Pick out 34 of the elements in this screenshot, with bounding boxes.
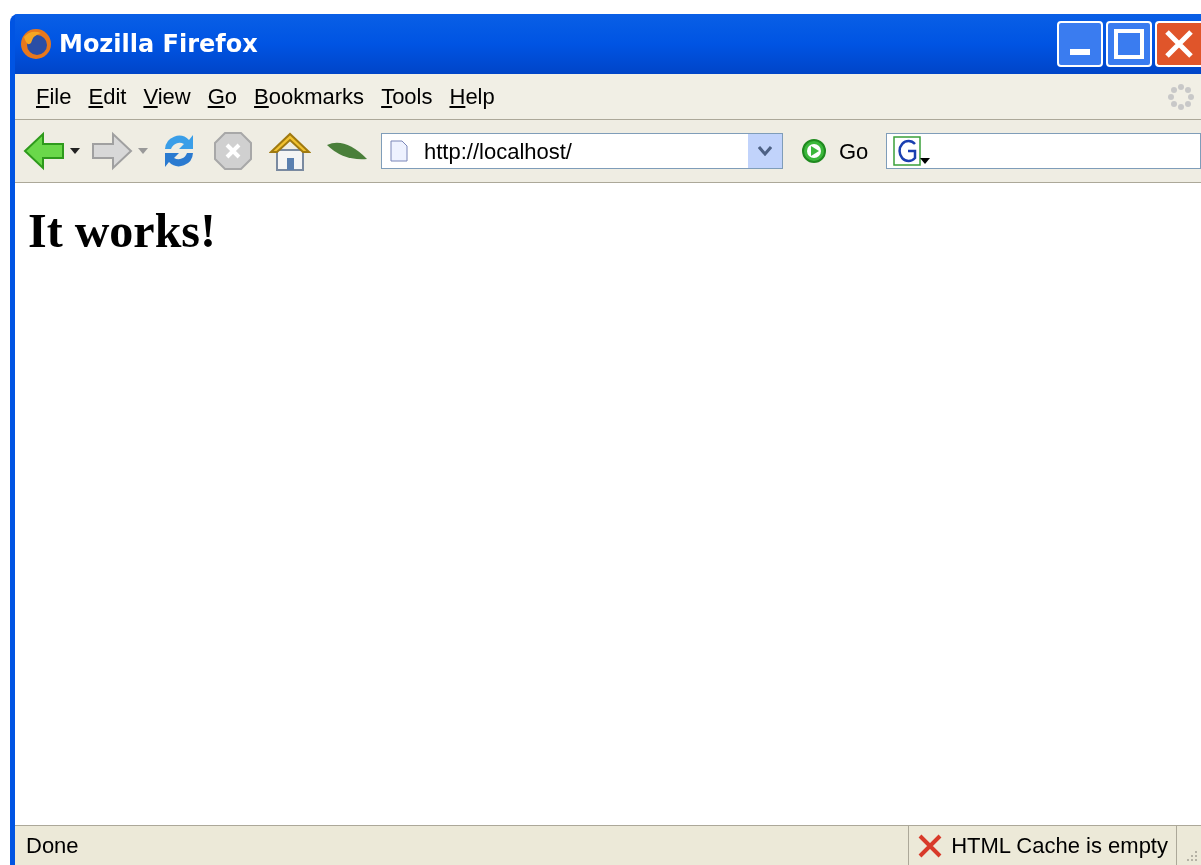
close-button[interactable] (1155, 21, 1201, 67)
go-button[interactable]: Go (801, 134, 869, 168)
menu-item[interactable]: Help (442, 80, 502, 113)
page-heading: It works! (28, 203, 217, 259)
menu-item[interactable]: Edit (81, 80, 134, 113)
status-text: Done (25, 832, 80, 860)
page-icon (390, 140, 408, 162)
stop-icon (213, 131, 253, 171)
cache-status-text: HTML Cache is empty (951, 832, 1168, 860)
search-field[interactable] (886, 133, 1201, 169)
window-title: Mozilla Firefox (59, 29, 258, 60)
address-dropdown-button[interactable] (748, 134, 782, 168)
forward-arrow-icon (91, 131, 133, 171)
maximize-icon (1114, 29, 1144, 59)
menu-item[interactable]: Go (200, 80, 245, 113)
cross-icon (917, 832, 944, 859)
menu-item[interactable]: View (136, 80, 198, 113)
loading-throbber-icon (1167, 82, 1195, 111)
play-icon (801, 138, 827, 164)
menu-item[interactable]: Bookmarks (247, 80, 372, 113)
dropdown-caret-icon[interactable] (69, 147, 81, 155)
menu-item[interactable]: Tools (374, 80, 440, 113)
search-engine-icon[interactable] (893, 136, 932, 166)
url-text: http://localhost/ (424, 137, 573, 166)
minimize-button[interactable] (1057, 21, 1103, 67)
address-field[interactable]: http://localhost/ (381, 133, 783, 169)
maximize-button[interactable] (1106, 21, 1152, 67)
chevron-down-icon (758, 146, 772, 156)
minimize-icon (1070, 49, 1090, 55)
dropdown-caret-icon (137, 147, 149, 155)
close-icon (1164, 29, 1194, 59)
menu-item[interactable]: File (29, 80, 79, 113)
home-icon[interactable] (269, 130, 311, 172)
globe-icon (19, 27, 53, 61)
